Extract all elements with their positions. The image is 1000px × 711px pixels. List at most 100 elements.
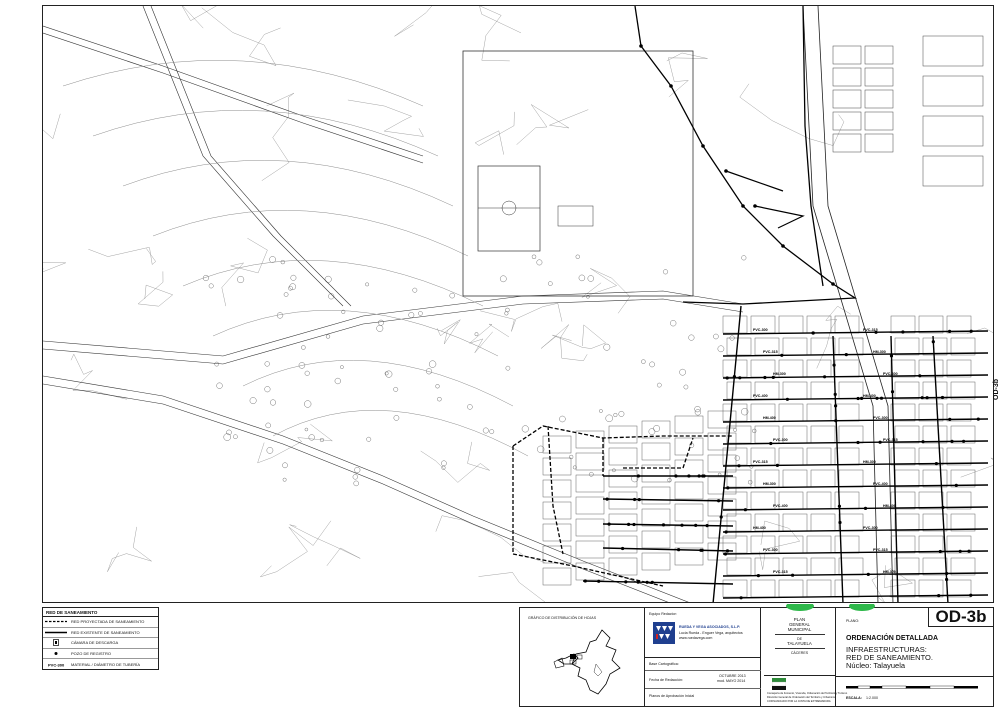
- manhole-marker: [948, 417, 952, 421]
- manhole-marker: [837, 504, 842, 508]
- contour-line: [516, 104, 589, 145]
- tree-symbol: [586, 294, 590, 299]
- tree-symbol: [233, 434, 238, 440]
- city-block: [864, 67, 894, 87]
- city-block: [950, 337, 976, 356]
- manhole-marker: [940, 395, 945, 400]
- manhole-marker: [669, 84, 673, 88]
- map-frame[interactable]: PVC-300 PVC-315 PVC-315 HM-300 HM-300 PVC-400…: [42, 5, 994, 603]
- city-block: [575, 496, 605, 515]
- manhole-marker: [775, 463, 780, 467]
- manhole-marker: [920, 396, 924, 400]
- city-block: [726, 513, 752, 532]
- city-block: [918, 315, 944, 334]
- city-block: [707, 410, 737, 429]
- manhole-marker: [791, 573, 795, 577]
- tree-symbol: [578, 274, 586, 282]
- city-block: [838, 425, 864, 444]
- tree-symbol: [521, 425, 529, 433]
- rural-path: [242, 360, 514, 407]
- city-block: [674, 481, 704, 500]
- city-block: [918, 403, 944, 422]
- contour-line: [70, 353, 127, 400]
- main-road-edge: [817, 6, 894, 602]
- title-block: GRÁFICO DE DISTRIBUCIÓN DE HOJAS Equipo …: [519, 604, 994, 707]
- city-block: [838, 381, 864, 400]
- legend-item-chamber: CÁMARA DE DESCARGA: [43, 638, 158, 649]
- scale-value: 1:2.000: [866, 696, 878, 700]
- manhole-marker: [811, 331, 815, 335]
- side-tab-text: OD-3b: [993, 379, 1000, 400]
- manhole-marker: [624, 580, 628, 584]
- city-block: [946, 447, 972, 466]
- manhole-marker: [763, 375, 767, 380]
- city-block: [950, 381, 976, 400]
- manhole-marker: [969, 593, 973, 597]
- tree-symbol: [713, 333, 719, 340]
- rural-path: [212, 310, 499, 357]
- legend-item-label: RED EXISTENTE DE SANEAMIENTO: [71, 629, 140, 635]
- city-block: [806, 535, 832, 554]
- city-block: [922, 469, 948, 488]
- pipe-label: PVC-300: [873, 416, 888, 420]
- manhole-marker: [967, 549, 971, 553]
- company-architects: Lucia Rueda - Enguer Vega, arquitectos: [679, 631, 743, 635]
- manhole-marker: [717, 499, 721, 503]
- manhole-marker: [958, 549, 962, 553]
- tree-symbol: [683, 384, 689, 390]
- tree-symbol: [301, 345, 306, 350]
- road-edge: [43, 290, 744, 357]
- city-block: [806, 403, 832, 422]
- city-block: [894, 425, 920, 444]
- company-logo-icon: [653, 622, 675, 644]
- manhole-marker: [921, 440, 925, 444]
- contour-line: [581, 268, 631, 314]
- city-block: [782, 337, 808, 356]
- manhole-marker: [645, 580, 649, 584]
- company-name: RUEDA Y VEGA ASOCIADOS, S.L.P.: [679, 625, 741, 629]
- manhole-marker: [687, 474, 691, 478]
- manhole-marker: [723, 552, 728, 556]
- manhole-marker: [890, 390, 895, 394]
- city-block: [722, 315, 748, 334]
- tree-symbol: [505, 365, 511, 371]
- manhole-marker: [725, 549, 730, 553]
- tree-symbol: [547, 281, 553, 286]
- tree-symbol: [264, 386, 271, 393]
- city-block: [575, 474, 605, 493]
- plan-line3: MUNICIPAL: [787, 627, 812, 632]
- contour-line: [137, 271, 174, 307]
- tree-symbol: [599, 409, 603, 413]
- city-block: [810, 469, 836, 488]
- road-edge: [142, 6, 344, 307]
- sewer-network-map[interactable]: PVC-300 PVC-315 PVC-315 HM-300 HM-300 PVC-400…: [43, 6, 994, 603]
- legend-item-pipe-material: PVC-300 MATERIAL / DIÁMETRO DE TUBERÍA: [43, 659, 158, 669]
- legend-item-manhole: POZO DE REGISTRO: [43, 649, 158, 660]
- contour-line: [394, 6, 433, 37]
- pipe-label: HM-300: [873, 350, 886, 354]
- city-block: [782, 381, 808, 400]
- pipe-label: HM-300: [773, 372, 786, 376]
- pipe-label: HM-300: [863, 460, 876, 464]
- manhole-marker: [879, 396, 884, 400]
- city-block: [674, 437, 704, 456]
- existing-sewer-line: [722, 374, 989, 379]
- tree-symbol: [290, 274, 297, 281]
- existing-sewer-line: [602, 523, 734, 527]
- manhole-marker: [739, 596, 743, 600]
- city-block: [608, 491, 638, 510]
- city-block: [542, 501, 572, 520]
- city-block: [894, 337, 920, 356]
- city-block: [726, 381, 752, 400]
- tree-symbol: [748, 480, 753, 485]
- tree-symbol: [733, 427, 737, 432]
- manhole-marker: [931, 340, 935, 344]
- projected-sewer-line: [623, 437, 694, 469]
- tree-symbol: [266, 447, 274, 454]
- city-block: [946, 359, 972, 378]
- tree-symbol: [393, 415, 400, 421]
- sports-field: [477, 165, 541, 252]
- city-block: [950, 557, 976, 576]
- tree-symbol: [353, 480, 359, 487]
- tree-symbol: [237, 276, 245, 284]
